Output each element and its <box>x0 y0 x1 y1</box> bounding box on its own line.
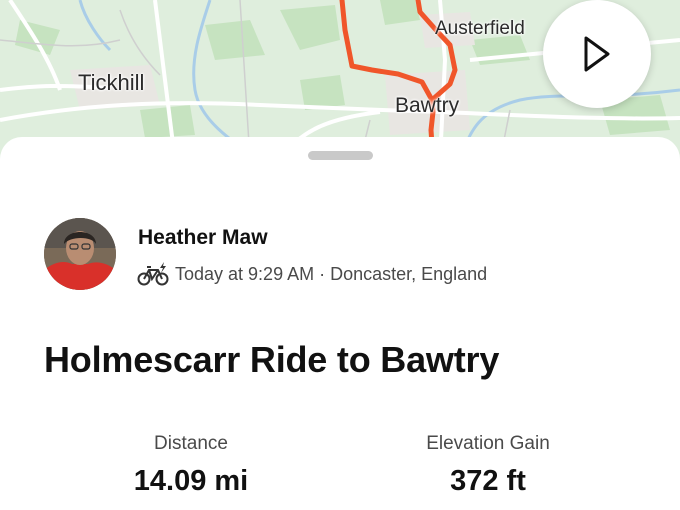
stat-distance: Distance 14.09 mi <box>81 433 301 498</box>
athlete-name[interactable]: Heather Maw <box>138 226 268 250</box>
stat-elevation-gain: Elevation Gain 372 ft <box>378 433 598 498</box>
play-button[interactable] <box>543 0 651 108</box>
place-label-tickhill: Tickhill <box>78 70 145 95</box>
stat-label: Distance <box>154 433 228 454</box>
place-label-austerfield: Austerfield <box>435 18 525 39</box>
place-label-bawtry: Bawtry <box>395 94 460 117</box>
stat-value: 372 ft <box>450 465 526 497</box>
avatar-photo <box>44 218 116 290</box>
stat-value: 14.09 mi <box>133 465 249 497</box>
stat-label: Elevation Gain <box>426 433 550 454</box>
activity-meta-text: Today at 9:29 AM · Doncaster, England <box>175 263 488 284</box>
activity-sheet: Heather Maw Today at 9:29 AM · Doncaster… <box>0 137 680 510</box>
e-bike-icon <box>137 262 169 286</box>
avatar[interactable] <box>44 218 116 290</box>
play-icon <box>584 36 610 72</box>
activity-title: Holmescarr Ride to Bawtry <box>44 339 500 380</box>
activity-meta: Today at 9:29 AM · Doncaster, England <box>137 259 487 289</box>
sheet-drag-handle[interactable] <box>308 151 373 160</box>
